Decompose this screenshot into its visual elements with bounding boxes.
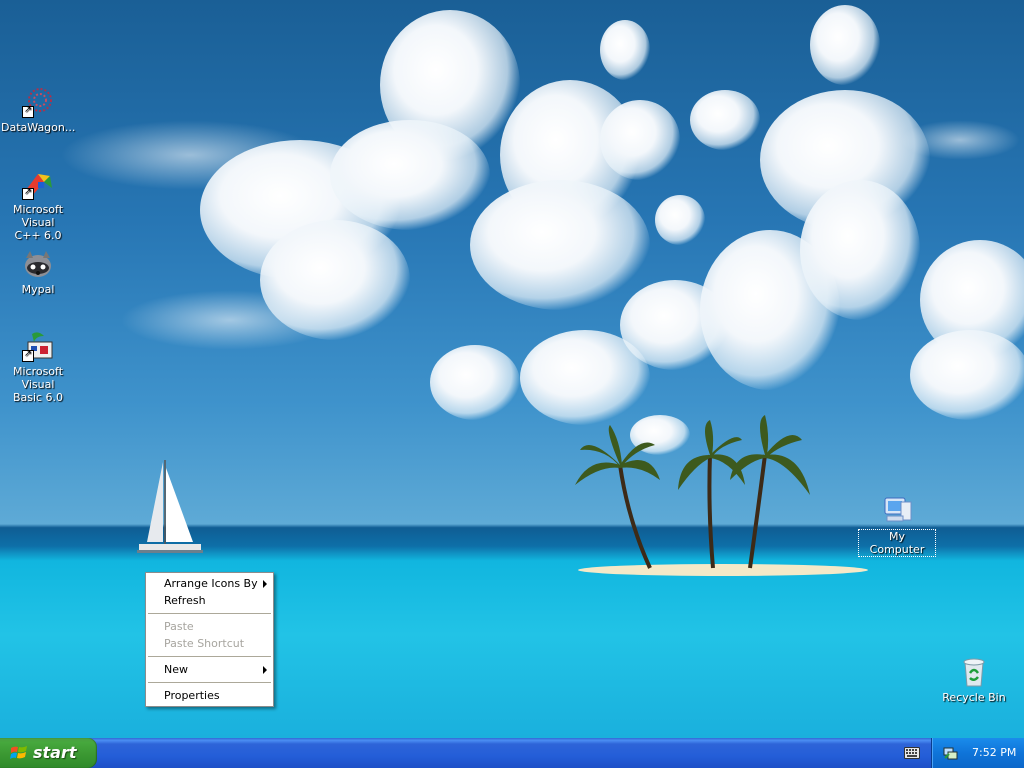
clock[interactable]: 7:52 PM xyxy=(972,746,1016,759)
desktop-icon-visual-cpp[interactable]: Microsoft Visual C++ 6.0 xyxy=(0,168,76,242)
icon-label: Mypal xyxy=(21,283,55,296)
submenu-arrow-icon xyxy=(263,580,267,588)
mypal-icon xyxy=(25,251,51,277)
menu-separator xyxy=(148,613,271,614)
desktop-background[interactable]: DataWagon... Microsoft Visual C++ 6.0 My… xyxy=(0,0,1024,738)
sailboat-icon xyxy=(137,460,203,553)
menu-item-label: Paste xyxy=(164,620,194,633)
shortcut-arrow-icon xyxy=(22,104,34,118)
menu-item-label: Refresh xyxy=(164,594,206,607)
taskbar: start 7:52 PM xyxy=(0,738,1024,768)
menu-item-label: Arrange Icons By xyxy=(164,577,258,590)
windows-logo-icon xyxy=(10,746,27,759)
icon-label: Recycle Bin xyxy=(942,691,1006,704)
menu-item-new[interactable]: New xyxy=(146,661,273,678)
network-icon[interactable] xyxy=(942,745,958,761)
menu-item-properties[interactable]: Properties xyxy=(146,687,273,704)
icon-label: Microsoft Visual C++ 6.0 xyxy=(12,203,64,242)
system-tray: 7:52 PM xyxy=(931,738,1024,768)
start-button[interactable]: start xyxy=(0,738,97,768)
start-label: start xyxy=(33,743,77,762)
menu-separator xyxy=(148,682,271,683)
menu-item-paste-shortcut[interactable]: Paste Shortcut xyxy=(146,635,273,652)
recycle-bin-icon xyxy=(963,658,985,687)
icon-label: My Computer xyxy=(858,529,936,557)
icon-label: Microsoft Visual Basic 6.0 xyxy=(12,365,64,404)
menu-item-label: New xyxy=(164,663,188,676)
desktop-icon-mypal[interactable]: Mypal xyxy=(0,248,76,296)
menu-separator xyxy=(148,656,271,657)
palm-trees-icon xyxy=(575,415,810,569)
desktop-icon-datawagon[interactable]: DataWagon... xyxy=(0,86,76,134)
submenu-arrow-icon xyxy=(263,666,267,674)
shortcut-arrow-icon xyxy=(22,186,34,200)
desktop-icon-visual-basic[interactable]: Microsoft Visual Basic 6.0 xyxy=(0,330,76,404)
desktop-icon-my-computer[interactable]: My Computer xyxy=(858,494,936,557)
menu-item-arrange-icons-by[interactable]: Arrange Icons By xyxy=(146,575,273,592)
menu-item-label: Properties xyxy=(164,689,220,702)
menu-item-paste[interactable]: Paste xyxy=(146,618,273,635)
menu-item-refresh[interactable]: Refresh xyxy=(146,592,273,609)
shortcut-arrow-icon xyxy=(22,348,34,362)
icon-label: DataWagon... xyxy=(1,121,76,134)
desktop-icon-recycle-bin[interactable]: Recycle Bin xyxy=(936,656,1012,704)
keyboard-icon[interactable] xyxy=(904,747,920,759)
desktop-context-menu: Arrange Icons By Refresh Paste Paste Sho… xyxy=(145,572,274,707)
my-computer-icon xyxy=(884,497,912,522)
menu-item-label: Paste Shortcut xyxy=(164,637,245,650)
